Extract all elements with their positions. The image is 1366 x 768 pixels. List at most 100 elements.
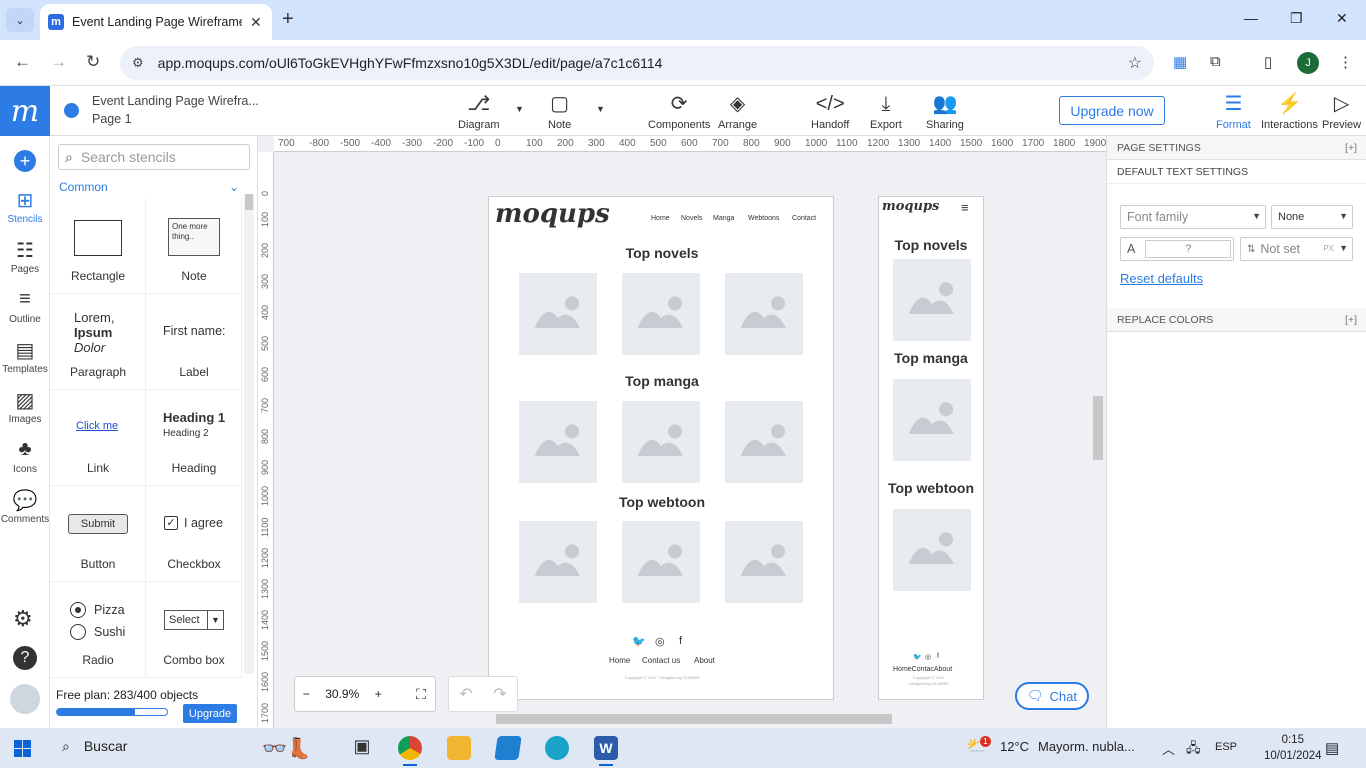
page-name[interactable]: Page 1 bbox=[92, 112, 132, 126]
network-icon[interactable]: 🖧 bbox=[1186, 739, 1201, 761]
forward-icon[interactable]: → bbox=[50, 52, 67, 72]
stencil-combo-box[interactable]: Select ▼ Combo box bbox=[146, 582, 242, 678]
nav-outline[interactable]: ≡ Outline bbox=[0, 288, 50, 325]
line-height-field[interactable]: ⇅ Not set PX ▼ bbox=[1240, 237, 1353, 261]
reload-icon[interactable]: ↻ bbox=[86, 52, 100, 72]
footer-links[interactable]: HomeContacAbout bbox=[893, 666, 952, 673]
profile-avatar[interactable]: J bbox=[1297, 52, 1319, 74]
instagram-icon[interactable]: ◎ bbox=[655, 635, 665, 648]
footer-home[interactable]: Home bbox=[609, 656, 630, 665]
plan-upgrade-button[interactable]: Upgrade bbox=[183, 704, 237, 723]
back-icon[interactable]: ← bbox=[14, 52, 31, 72]
stencil-heading[interactable]: Heading 1 Heading 2 Heading bbox=[146, 390, 242, 486]
extension-icon[interactable]: ▦ bbox=[1173, 53, 1187, 71]
nav-novels[interactable]: Novels bbox=[681, 215, 702, 222]
tab-search-button[interactable]: ⌄ bbox=[6, 8, 34, 32]
clock[interactable]: 0:15 10/01/2024 bbox=[1264, 732, 1322, 764]
expand-icon[interactable]: [+] bbox=[1345, 136, 1357, 160]
globe-icon[interactable] bbox=[64, 103, 79, 118]
stencil-button[interactable]: Submit Button bbox=[50, 486, 146, 582]
stencil-link[interactable]: Click me Link bbox=[50, 390, 146, 486]
stencil-paragraph[interactable]: Lorem, Ipsum Dolor Paragraph bbox=[50, 294, 146, 390]
handoff-button[interactable]: </> Handoff bbox=[811, 92, 849, 131]
components-button[interactable]: ⟳ Components bbox=[648, 92, 710, 131]
image-placeholder-icon[interactable] bbox=[725, 521, 803, 603]
nav-pages[interactable]: ☷ Pages bbox=[0, 238, 50, 275]
nav-icons[interactable]: ♣ Icons bbox=[0, 438, 50, 475]
export-button[interactable]: ⤓ Export bbox=[870, 92, 902, 131]
weather-text[interactable]: Mayorm. nubla... bbox=[1038, 739, 1135, 754]
chevron-up-icon[interactable]: ︿ bbox=[1162, 739, 1175, 758]
image-placeholder-icon[interactable] bbox=[893, 259, 971, 341]
nav-manga[interactable]: Manga bbox=[713, 215, 734, 222]
taskbar-search[interactable]: ⌕ Buscar bbox=[62, 738, 127, 755]
nav-templates[interactable]: ▤ Templates bbox=[0, 338, 50, 375]
sidebar-icon[interactable]: ▯ bbox=[1264, 53, 1272, 71]
note-button[interactable]: ▢ Note bbox=[548, 92, 571, 131]
footer-contact[interactable]: Contact us bbox=[642, 656, 680, 665]
zoom-level[interactable]: 30.9% bbox=[325, 687, 359, 701]
windows-start-icon[interactable] bbox=[14, 740, 31, 757]
zoom-in-button[interactable]: + bbox=[375, 687, 382, 701]
stencil-label[interactable]: First name: Label bbox=[146, 294, 242, 390]
url-field[interactable]: ⚙ app.moqups.com/oUl6ToGkEVHghYFwFfmzxsn… bbox=[120, 46, 1154, 80]
puzzle-icon[interactable]: ⧉ bbox=[1210, 53, 1221, 70]
close-window-icon[interactable]: ✕ bbox=[1336, 10, 1348, 27]
chevron-down-icon[interactable]: ▼ bbox=[515, 104, 524, 114]
file-explorer-icon[interactable] bbox=[447, 736, 471, 760]
language-indicator[interactable]: ESP bbox=[1215, 741, 1237, 753]
replace-colors-header[interactable]: REPLACE COLORS [+] bbox=[1107, 308, 1366, 332]
reset-defaults-link[interactable]: Reset defaults bbox=[1120, 271, 1203, 286]
sharing-button[interactable]: 👥 Sharing bbox=[926, 92, 964, 131]
stencil-note[interactable]: One more thing.. Note bbox=[146, 198, 242, 294]
new-tab-button[interactable]: + bbox=[282, 8, 294, 31]
interactions-button[interactable]: ⚡ Interactions bbox=[1261, 92, 1318, 131]
preview-button[interactable]: ▷ Preview bbox=[1322, 92, 1361, 131]
image-placeholder-icon[interactable] bbox=[622, 273, 700, 355]
word-icon[interactable]: W bbox=[594, 736, 618, 760]
footer-about[interactable]: About bbox=[694, 656, 715, 665]
search-input[interactable]: ⌕ Search stencils bbox=[58, 144, 250, 170]
nav-contact[interactable]: Contact bbox=[792, 215, 816, 222]
desktop-artboard[interactable]: moqups Home Novels Manga Webtoons Contac… bbox=[488, 196, 834, 700]
undo-icon[interactable]: ↶ bbox=[459, 684, 472, 704]
font-family-select[interactable]: Font family ▼ bbox=[1120, 205, 1266, 229]
nav-comments[interactable]: 💬 Comments bbox=[0, 488, 50, 525]
font-weight-select[interactable]: None ▼ bbox=[1271, 205, 1353, 229]
category-dropdown[interactable]: Common ⌄ bbox=[59, 180, 239, 194]
canvas[interactable]: 700 -800 -500 -400 -300 -200 -100 0 100 200 300 400… bbox=[258, 136, 1106, 728]
format-button[interactable]: ☰ Format bbox=[1216, 92, 1251, 131]
settings-gear-icon[interactable]: ⚙ bbox=[13, 606, 33, 632]
image-placeholder-icon[interactable] bbox=[519, 273, 597, 355]
twitter-icon[interactable]: 🐦 bbox=[632, 635, 646, 648]
chevron-down-icon[interactable]: ▼ bbox=[596, 104, 605, 114]
restore-icon[interactable]: ❐ bbox=[1290, 10, 1303, 27]
notifications-icon[interactable]: ▤ bbox=[1325, 739, 1339, 757]
add-icon[interactable]: + bbox=[14, 150, 36, 172]
task-view-icon[interactable]: ▣ bbox=[350, 736, 374, 760]
twitter-icon[interactable]: 🐦 bbox=[913, 653, 922, 661]
project-title[interactable]: Event Landing Page Wirefra... bbox=[92, 94, 259, 108]
image-placeholder-icon[interactable] bbox=[622, 521, 700, 603]
image-placeholder-icon[interactable] bbox=[893, 509, 971, 591]
diagram-button[interactable]: ⎇ Diagram bbox=[458, 92, 500, 131]
page-settings-header[interactable]: PAGE SETTINGS [+] bbox=[1107, 136, 1366, 160]
menu-dots-icon[interactable]: ⋮ bbox=[1338, 53, 1353, 71]
weather-temp[interactable]: 12°C bbox=[1000, 739, 1029, 754]
facebook-icon[interactable]: f bbox=[679, 635, 682, 647]
nav-stencils[interactable]: ⊞ Stencils bbox=[0, 188, 50, 225]
zoom-out-button[interactable]: − bbox=[303, 687, 310, 701]
stencil-checkbox[interactable]: ✓ I agree Checkbox bbox=[146, 486, 242, 582]
site-info-icon[interactable]: ⚙ bbox=[132, 55, 144, 71]
minimize-icon[interactable]: — bbox=[1244, 10, 1258, 26]
help-icon[interactable]: ? bbox=[13, 646, 37, 670]
image-placeholder-icon[interactable] bbox=[622, 401, 700, 483]
redo-icon[interactable]: ↷ bbox=[493, 684, 506, 704]
instagram-icon[interactable]: ◎ bbox=[925, 653, 931, 661]
vscode-icon[interactable] bbox=[494, 736, 522, 760]
font-size-value[interactable]: ? bbox=[1145, 240, 1232, 258]
upgrade-button[interactable]: Upgrade now bbox=[1059, 96, 1165, 125]
arrange-button[interactable]: ◈ Arrange bbox=[718, 92, 757, 131]
vertical-scrollbar[interactable] bbox=[1090, 152, 1106, 712]
stencils-scrollbar[interactable] bbox=[244, 194, 254, 674]
